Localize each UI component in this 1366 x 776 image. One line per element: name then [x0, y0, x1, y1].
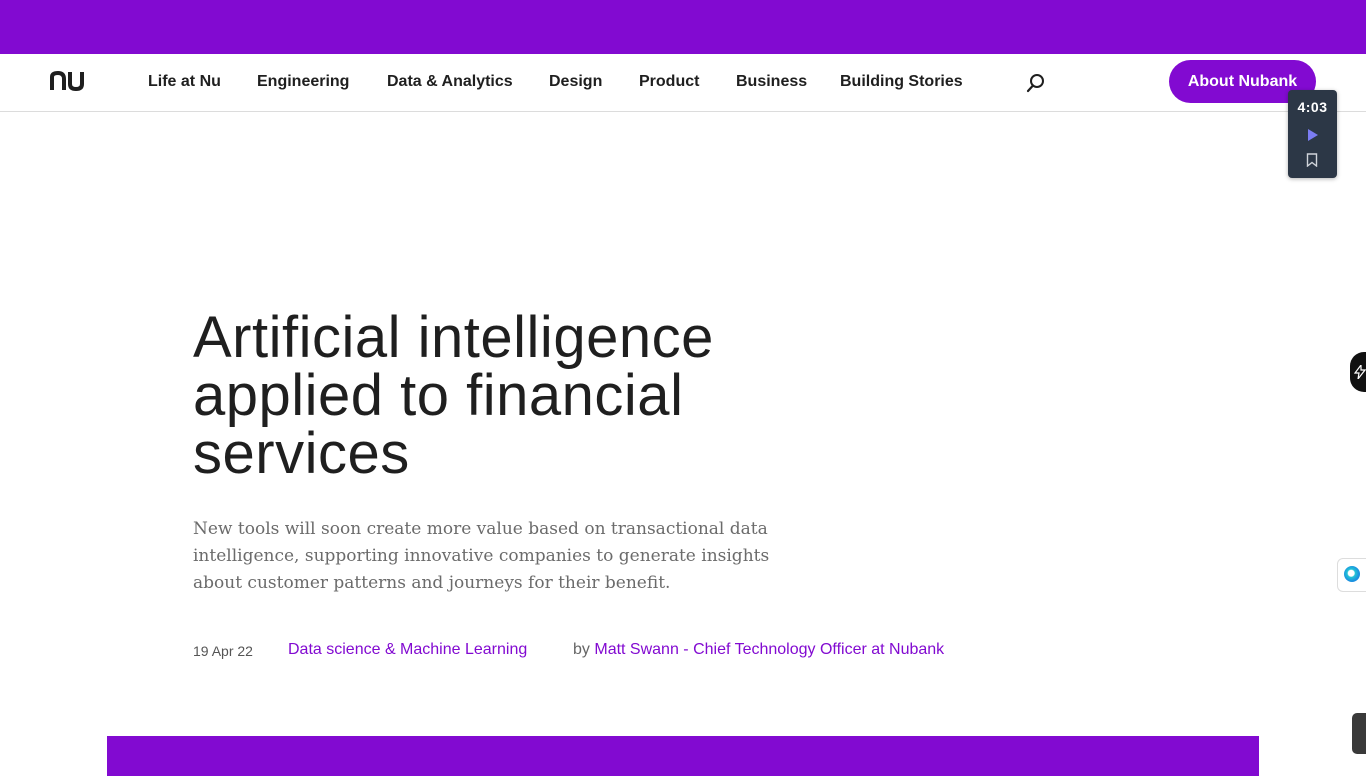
nav-item-engineering[interactable]: Engineering [257, 73, 349, 91]
site-header: Life at Nu Engineering Data & Analytics … [0, 54, 1366, 112]
nu-logo-icon[interactable] [50, 71, 86, 91]
article-title: Artificial intelligence applied to finan… [193, 305, 714, 486]
collapsed-panel-button[interactable] [1352, 713, 1366, 754]
article-author-link[interactable]: Matt Swann - Chief Technology Officer at… [594, 641, 944, 658]
bookmark-icon[interactable] [1306, 153, 1318, 167]
byline-prefix: by [573, 641, 590, 658]
nav-item-business[interactable]: Business [736, 73, 807, 91]
assistant-button[interactable] [1337, 558, 1366, 592]
assistant-icon [1344, 566, 1360, 582]
top-brand-bar [0, 0, 1366, 54]
nav-item-building-stories[interactable]: Building Stories [840, 73, 963, 91]
hero-image-banner [107, 736, 1259, 776]
reading-time: 4:03 [1297, 99, 1328, 115]
reading-time-widget: 4:03 [1288, 90, 1337, 178]
search-icon[interactable] [1026, 73, 1046, 93]
lightning-icon [1354, 365, 1366, 379]
nav-item-design[interactable]: Design [549, 73, 602, 91]
article-subtitle: New tools will soon create more value ba… [193, 519, 770, 593]
side-panel-tab[interactable] [1350, 352, 1366, 392]
nav-item-life-at-nu[interactable]: Life at Nu [148, 73, 221, 91]
nav-item-product[interactable]: Product [639, 73, 699, 91]
article-byline: by Matt Swann - Chief Technology Officer… [573, 641, 944, 659]
play-icon[interactable] [1305, 128, 1319, 142]
article-category-link[interactable]: Data science & Machine Learning [288, 641, 527, 659]
nav-item-data-analytics[interactable]: Data & Analytics [387, 73, 513, 91]
article-date: 19 Apr 22 [193, 643, 253, 659]
